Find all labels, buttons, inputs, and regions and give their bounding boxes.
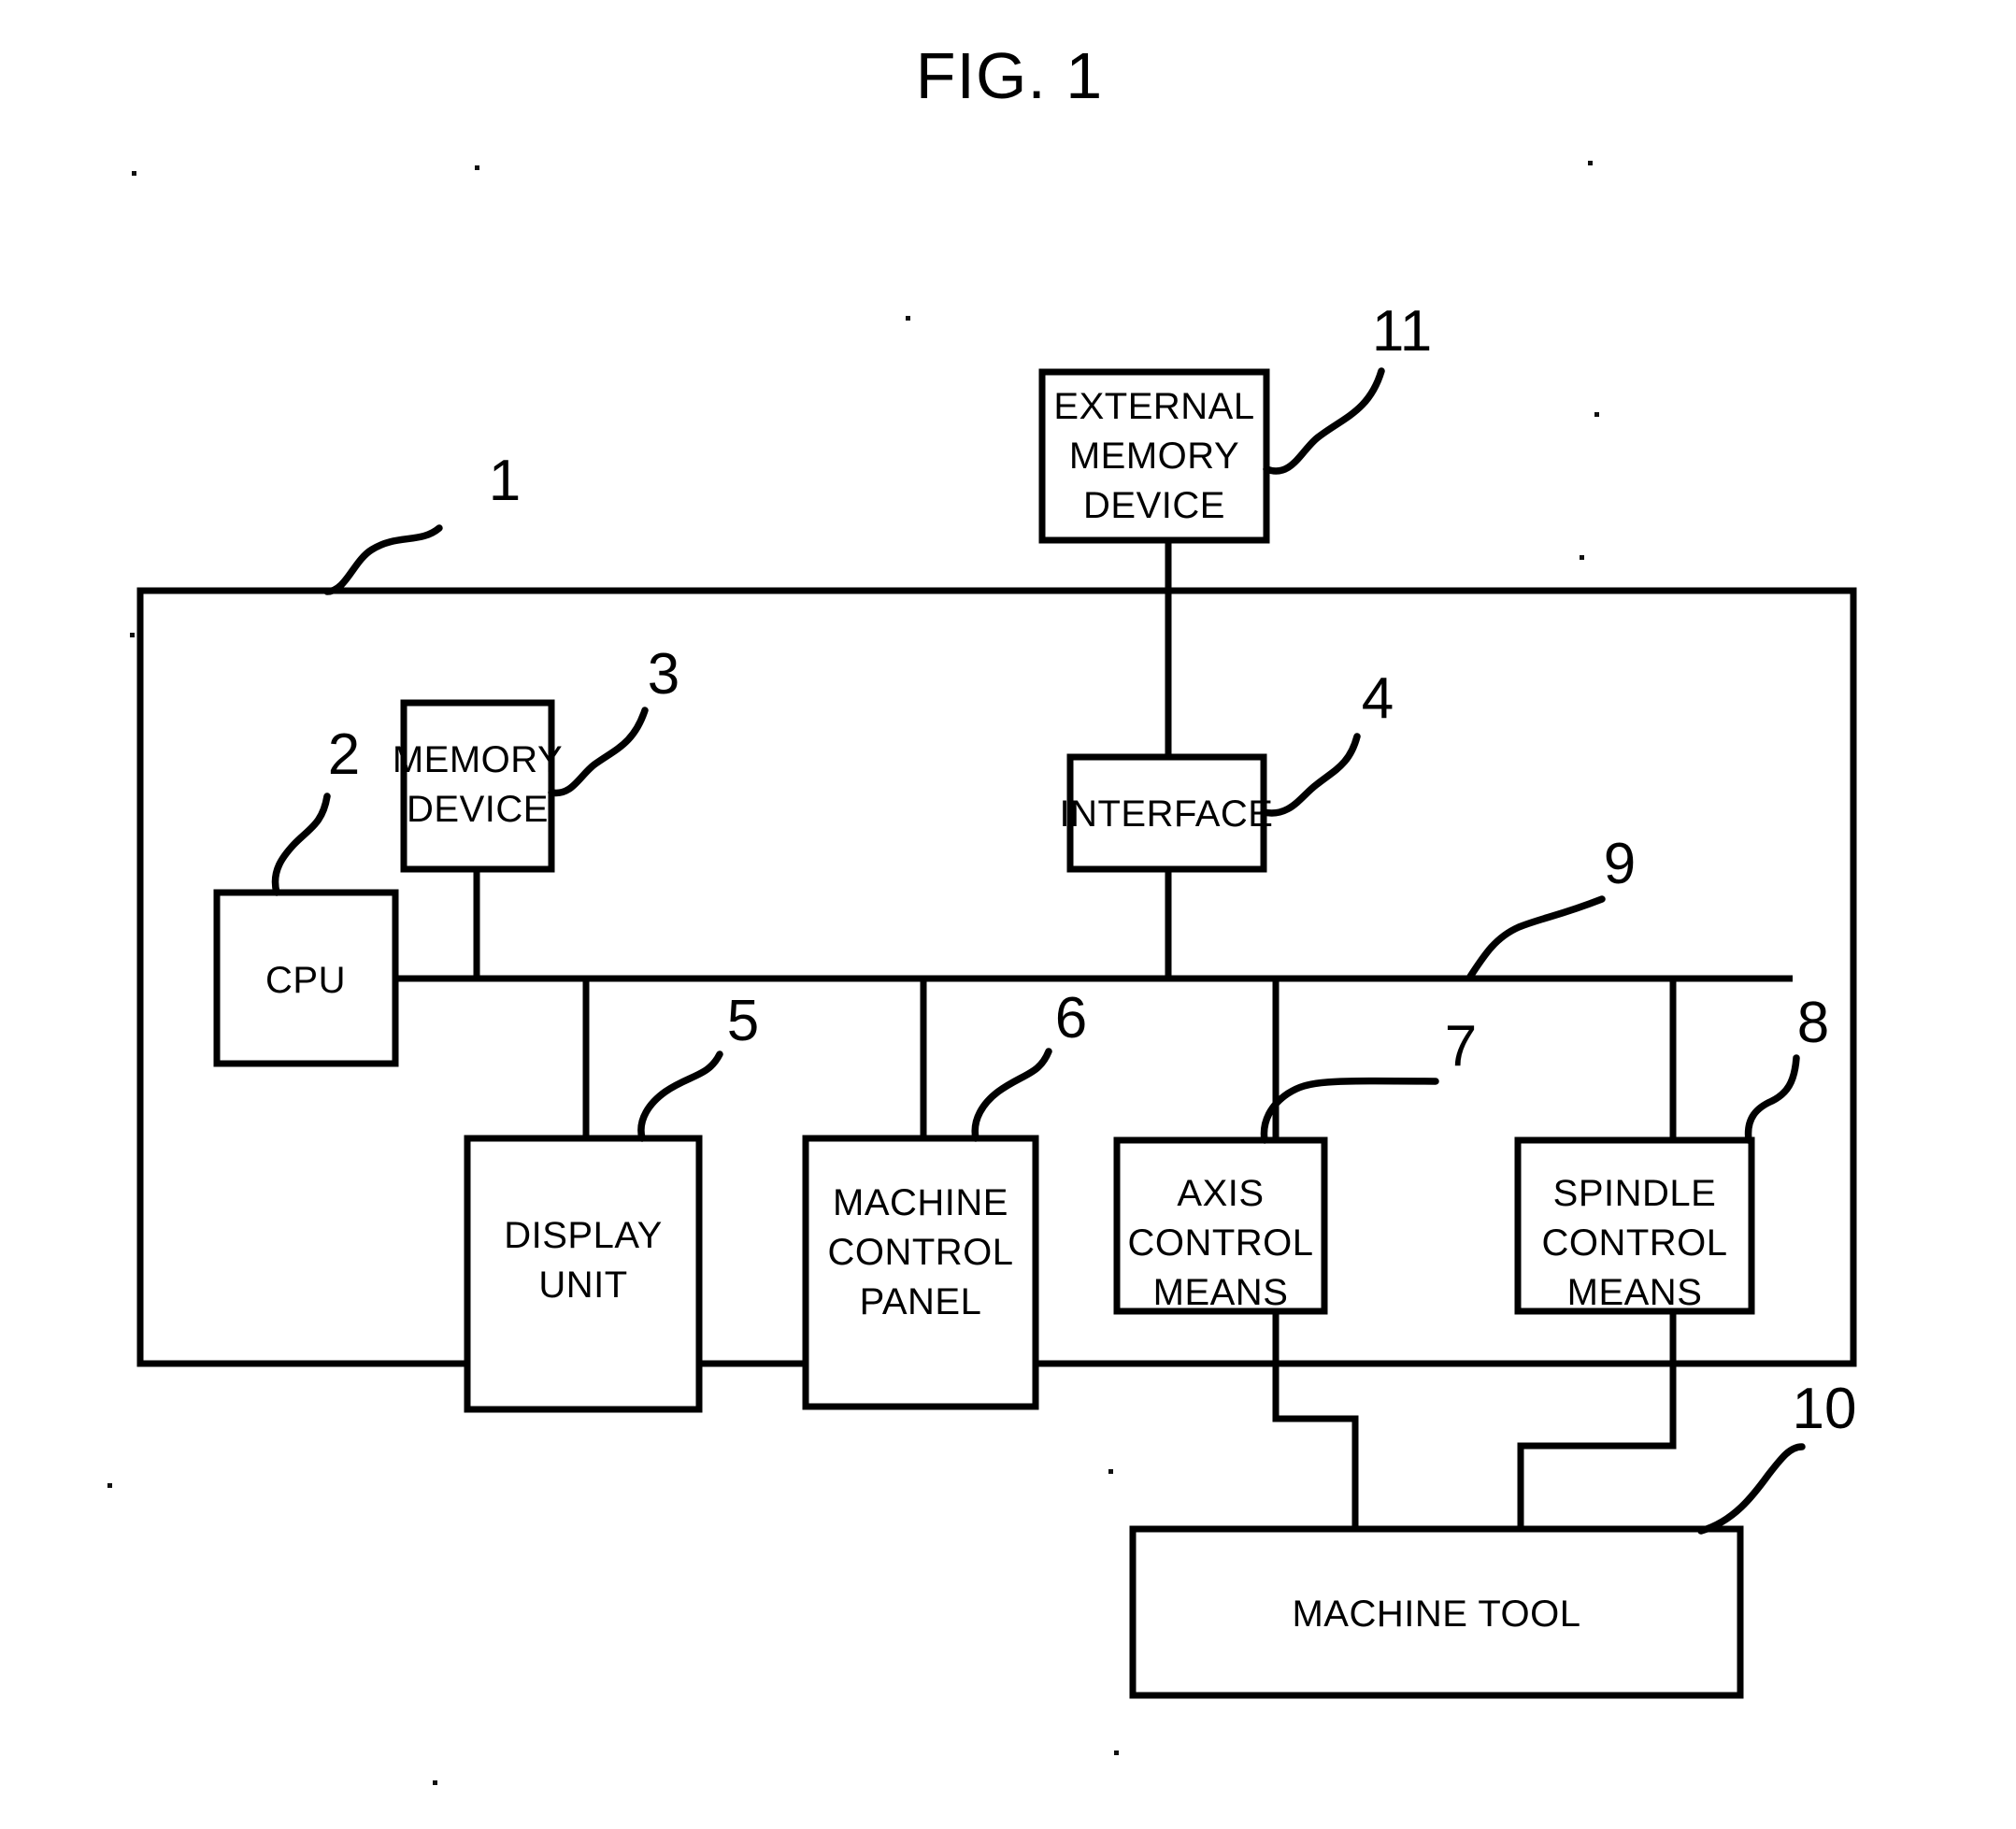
block-axis-control-means[interactable]: AXIS CONTROL MEANS [1113, 1136, 1328, 1315]
scan-speck [1594, 412, 1599, 417]
scan-speck [1108, 1469, 1113, 1474]
block-external-memory-device[interactable]: EXTERNAL MEMORY DEVICE [1038, 368, 1270, 544]
block-machine-tool[interactable]: MACHINE TOOL [1129, 1525, 1744, 1699]
machine-control-panel-label-line1: MACHINE [833, 1182, 1008, 1223]
machine-control-panel-label-line2: CONTROL [827, 1232, 1013, 1273]
block-display-unit[interactable]: DISPLAY UNIT [464, 1135, 703, 1413]
machine-control-panel-label-line3: PANEL [860, 1281, 982, 1322]
interface-label: INTERFACE [1060, 793, 1274, 835]
scan-speck [906, 316, 910, 321]
axis-control-means-label-line2: CONTROL [1127, 1222, 1313, 1264]
axis-control-means-label-line3: MEANS [1153, 1272, 1289, 1313]
block-spindle-control-means[interactable]: SPINDLE CONTROL MEANS [1514, 1136, 1755, 1315]
leader-line-3 [548, 707, 649, 797]
figure-title: FIG. 1 [916, 39, 1103, 112]
scan-speck [1580, 555, 1584, 560]
scan-speck [475, 165, 479, 170]
wire-spindle-control-to-machine-tool [1517, 1311, 1677, 1533]
leader-line-5 [637, 1050, 723, 1142]
ref-number-4: 4 [1362, 666, 1394, 731]
display-unit-label-line1: DISPLAY [504, 1215, 663, 1256]
external-memory-device-label-line1: EXTERNAL [1053, 386, 1254, 427]
leader-line-6 [971, 1048, 1052, 1142]
leader-line-10 [1697, 1443, 1806, 1535]
ref-number-5: 5 [727, 989, 759, 1053]
spindle-control-means-label-line3: MEANS [1567, 1272, 1703, 1313]
ref-number-10: 10 [1793, 1377, 1857, 1441]
memory-device-label-line1: MEMORY [393, 739, 563, 780]
ref-number-2: 2 [328, 722, 360, 787]
leader-line-8 [1744, 1054, 1800, 1144]
external-memory-device-label-line3: DEVICE [1083, 485, 1225, 526]
ref-number-9: 9 [1604, 832, 1636, 896]
leader-line-11 [1263, 367, 1385, 475]
leader-line-7 [1260, 1077, 1439, 1144]
leader-line-2 [271, 793, 331, 896]
display-unit-label-line2: UNIT [538, 1265, 627, 1306]
wire-axis-control-to-machine-tool [1272, 1311, 1359, 1533]
block-interface[interactable]: INTERFACE [1060, 753, 1274, 873]
scan-speck [107, 1483, 112, 1488]
spindle-control-means-label-line2: CONTROL [1541, 1222, 1727, 1264]
external-memory-device-label-line2: MEMORY [1069, 436, 1239, 477]
scan-speck [1114, 1750, 1119, 1755]
block-machine-control-panel[interactable]: MACHINE CONTROL PANEL [802, 1135, 1039, 1410]
spindle-control-means-label-line1: SPINDLE [1553, 1173, 1717, 1214]
scan-speck [132, 171, 136, 176]
block-cpu[interactable]: CPU [213, 889, 399, 1067]
cpu-label: CPU [265, 960, 346, 1001]
ref-number-8: 8 [1797, 991, 1829, 1055]
ref-number-6: 6 [1055, 986, 1087, 1050]
leader-line-4 [1260, 733, 1361, 817]
ref-number-11: 11 [1372, 299, 1432, 364]
patent-figure-diagram: FIG. 1 EXTERNAL MEMORY DEVICE 11 1 MEMOR… [107, 39, 1857, 1785]
block-memory-device[interactable]: MEMORY DEVICE [393, 699, 563, 873]
scan-speck [1588, 161, 1593, 165]
memory-device-box[interactable] [400, 699, 555, 873]
ref-number-3: 3 [648, 642, 679, 707]
scan-speck [130, 633, 135, 637]
ref-number-1: 1 [489, 449, 521, 513]
leader-line-9 [1466, 895, 1606, 980]
leader-line-1 [323, 524, 443, 595]
memory-device-label-line2: DEVICE [407, 789, 549, 830]
scan-speck [433, 1780, 437, 1785]
figure-root: FIG. 1 EXTERNAL MEMORY DEVICE 11 1 MEMOR… [0, 0, 2016, 1829]
axis-control-means-label-line1: AXIS [1177, 1173, 1264, 1214]
machine-tool-label: MACHINE TOOL [1292, 1593, 1580, 1635]
ref-number-7: 7 [1445, 1014, 1477, 1079]
